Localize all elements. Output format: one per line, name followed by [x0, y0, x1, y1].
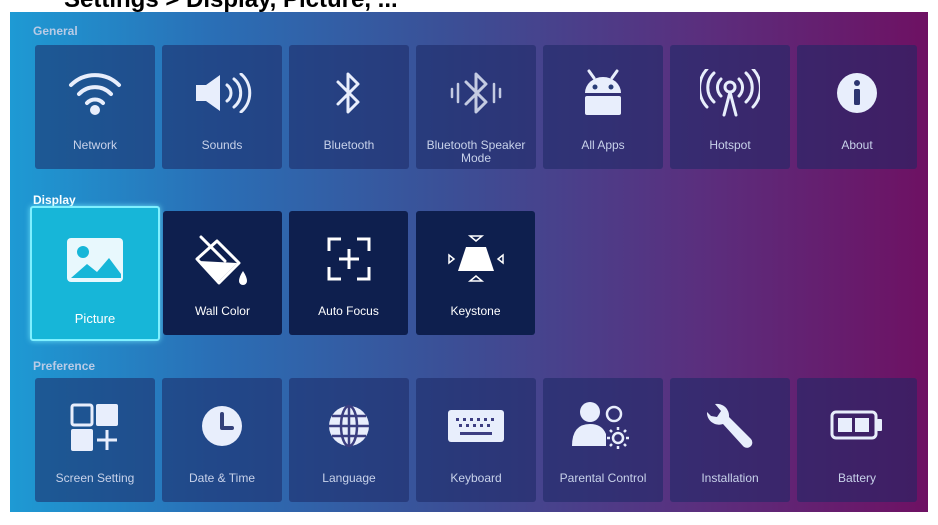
tile-label: Auto Focus — [318, 304, 379, 318]
wifi-icon — [67, 69, 123, 117]
tile-label: Keyboard — [450, 471, 502, 485]
tile-label: About — [841, 138, 873, 152]
info-icon — [835, 71, 879, 115]
wrench-icon — [703, 402, 757, 452]
tile-keyboard[interactable]: Keyboard — [416, 378, 536, 502]
tile-label-line2: Mode — [460, 151, 492, 165]
tile-label-line1: Bluetooth Speaker — [426, 138, 526, 152]
tile-parental-control[interactable]: Parental Control — [543, 378, 663, 502]
settings-screen: General Network Sounds Bluetooth Bluetoo… — [10, 12, 928, 512]
tile-screen-setting[interactable]: Screen Setting — [35, 378, 155, 502]
android-icon — [581, 69, 625, 117]
cropped-header: Settings > Display, Picture, ... — [0, 0, 938, 12]
tile-sounds[interactable]: Sounds — [162, 45, 282, 169]
tile-label: Bluetooth Speaker Mode — [416, 139, 536, 165]
tile-label: Date & Time — [188, 471, 256, 485]
tile-wall-color[interactable]: Wall Color — [163, 211, 282, 335]
tile-picture[interactable]: Picture — [30, 206, 160, 341]
speaker-icon — [192, 73, 252, 113]
hotspot-icon — [700, 69, 760, 117]
tile-label: Network — [72, 138, 117, 152]
tile-label: Keystone — [450, 304, 501, 318]
keyboard-icon — [446, 408, 506, 444]
tile-hotspot[interactable]: Hotspot — [670, 45, 790, 169]
tile-label: Parental Control — [559, 471, 647, 485]
tile-date-time[interactable]: Date & Time — [162, 378, 282, 502]
screen-setting-icon — [69, 402, 121, 452]
header-text: Settings > Display, Picture, ... — [64, 0, 398, 12]
tile-keystone[interactable]: Keystone — [416, 211, 535, 335]
tile-battery[interactable]: Battery — [797, 378, 917, 502]
keystone-icon — [446, 233, 506, 285]
tile-label: All Apps — [581, 138, 625, 152]
tile-network[interactable]: Network — [35, 45, 155, 169]
picture-icon — [65, 236, 125, 284]
globe-icon — [327, 404, 371, 448]
tile-label: Picture — [74, 311, 116, 326]
tile-label: Bluetooth — [323, 138, 375, 152]
tile-label: Battery — [837, 471, 876, 485]
section-label-general: General — [33, 24, 78, 38]
tile-language[interactable]: Language — [289, 378, 409, 502]
bluetooth-icon — [334, 69, 364, 117]
tile-label: Hotspot — [709, 138, 751, 152]
tile-bluetooth[interactable]: Bluetooth — [289, 45, 409, 169]
tile-bluetooth-speaker-mode[interactable]: Bluetooth Speaker Mode — [416, 45, 536, 169]
section-label-preference: Preference — [33, 359, 96, 373]
auto-focus-icon — [325, 235, 373, 283]
tile-about[interactable]: About — [797, 45, 917, 169]
tile-all-apps[interactable]: All Apps — [543, 45, 663, 169]
tile-auto-focus[interactable]: Auto Focus — [289, 211, 408, 335]
paint-bucket-icon — [193, 231, 253, 287]
bluetooth-speaker-icon — [444, 69, 508, 117]
tile-label: Language — [322, 471, 376, 485]
battery-icon — [830, 410, 884, 440]
tile-installation[interactable]: Installation — [670, 378, 790, 502]
section-label-display: Display — [33, 193, 76, 207]
tile-label: Sounds — [201, 138, 243, 152]
clock-icon — [200, 404, 244, 448]
parental-control-icon — [572, 400, 634, 452]
tile-label: Screen Setting — [55, 471, 135, 485]
tile-label: Installation — [701, 471, 759, 485]
tile-label: Wall Color — [195, 304, 250, 318]
